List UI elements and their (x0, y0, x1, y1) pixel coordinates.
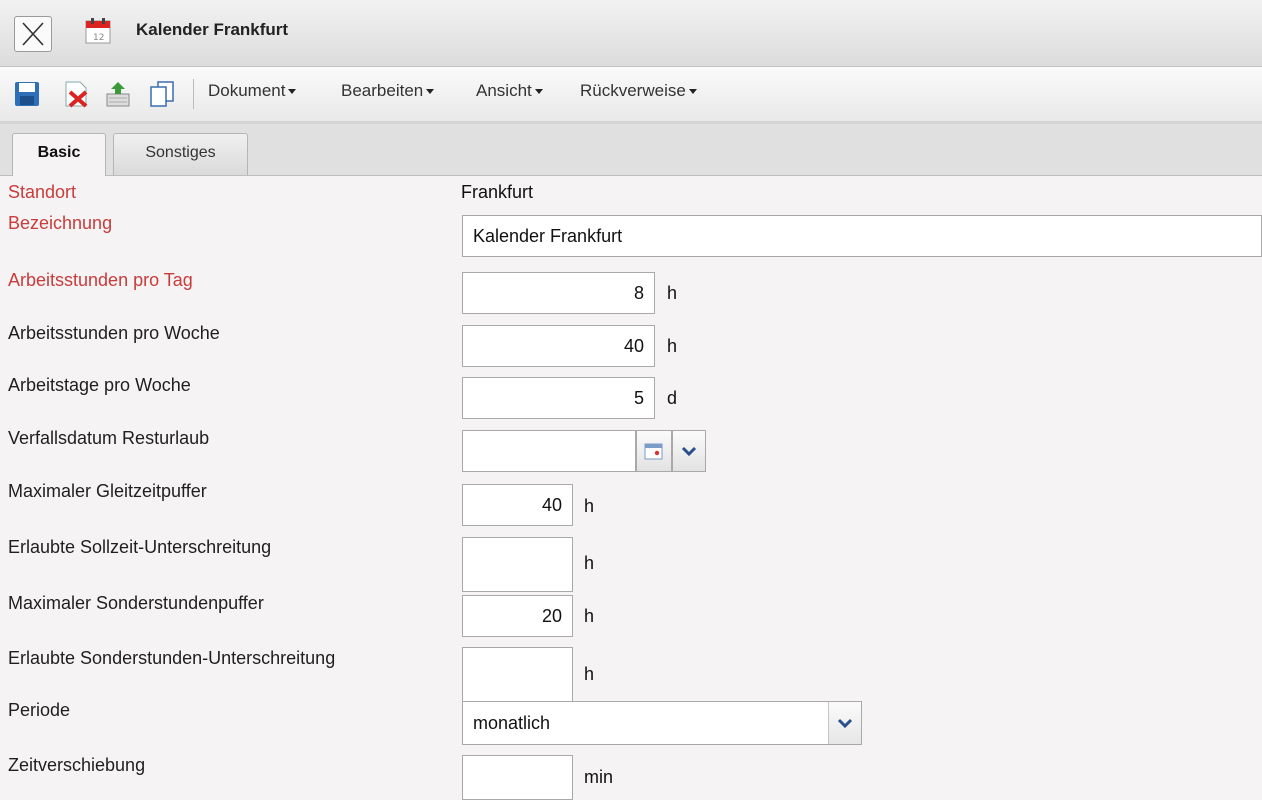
arbeitsstunden-woche-label: Arbeitsstunden pro Woche (8, 323, 220, 343)
periode-selected-value: monatlich (473, 713, 551, 733)
arbeitstage-woche-label: Arbeitstage pro Woche (8, 375, 191, 395)
tab-basic[interactable]: Basic (12, 133, 106, 176)
unit-hours: h (584, 606, 595, 626)
standort-value: Frankfurt (461, 182, 534, 202)
chevron-down-icon (288, 89, 297, 95)
sonderstundenpuffer-label: Maximaler Sonderstundenpuffer (8, 593, 264, 613)
sonderstunden-unterschreitung-label: Erlaubte Sonderstunden-Unterschreitung (8, 648, 336, 668)
sollzeit-unterschreitung-label: Erlaubte Sollzeit-Unterschreitung (8, 537, 272, 557)
calendar-icon: 12 (85, 18, 111, 44)
toolbar-separator (193, 79, 194, 109)
tab-bar: Basic Sonstiges (0, 124, 1262, 176)
window-title: Kalender Frankfurt (136, 20, 289, 39)
window-titlebar: 12 Kalender Frankfurt (0, 0, 1262, 67)
chevron-down-icon (688, 89, 697, 95)
toolbar: Dokument Bearbeiten Ansicht Rückverweise (0, 67, 1262, 124)
unit-hours: h (667, 336, 678, 356)
menu-ansicht[interactable]: Ansicht (476, 81, 543, 101)
menu-bearbeiten[interactable]: Bearbeiten (341, 81, 435, 101)
gleitzeitpuffer-input[interactable]: 40 (462, 484, 573, 526)
verfallsdatum-label: Verfallsdatum Resturlaub (8, 428, 210, 448)
zeitverschiebung-label: Zeitverschiebung (8, 755, 146, 775)
unit-days: d (667, 388, 678, 408)
zeitverschiebung-input[interactable] (462, 755, 573, 800)
unit-minutes: min (584, 767, 614, 787)
copy-icon[interactable] (148, 80, 176, 108)
bezeichnung-label: Bezeichnung (8, 213, 113, 233)
periode-select[interactable]: monatlich (462, 701, 862, 745)
unit-hours: h (667, 283, 678, 303)
menu-rueckverweise[interactable]: Rückverweise (580, 81, 697, 101)
sollzeit-unterschreitung-input[interactable] (462, 537, 573, 592)
arbeitsstunden-tag-input[interactable]: 8 (462, 272, 655, 314)
close-button[interactable] (14, 16, 52, 52)
chevron-down-icon (837, 718, 853, 729)
chevron-down-icon (534, 89, 543, 95)
unit-hours: h (584, 496, 595, 516)
verfallsdatum-input[interactable] (462, 430, 636, 472)
menu-dokument[interactable]: Dokument (208, 81, 297, 101)
sonderstundenpuffer-input[interactable]: 20 (462, 595, 573, 637)
save-icon[interactable] (13, 80, 41, 108)
arbeitsstunden-woche-input[interactable]: 40 (462, 325, 655, 367)
arbeitstage-woche-input[interactable]: 5 (462, 377, 655, 419)
sonderstunden-unterschreitung-input[interactable] (462, 647, 573, 702)
standort-label: Standort (8, 182, 77, 202)
chevron-down-icon (426, 89, 435, 95)
tab-sonstiges[interactable]: Sonstiges (113, 133, 248, 175)
gleitzeitpuffer-label: Maximaler Gleitzeitpuffer (8, 481, 207, 501)
unit-hours: h (584, 553, 595, 573)
delete-icon[interactable] (62, 80, 90, 108)
unit-hours: h (584, 664, 595, 684)
date-picker-button[interactable] (636, 430, 672, 472)
periode-label: Periode (8, 700, 71, 720)
export-icon[interactable] (104, 80, 132, 108)
date-dropdown-button[interactable] (672, 430, 706, 472)
svg-text:12: 12 (93, 33, 104, 43)
bezeichnung-input[interactable]: Kalender Frankfurt (462, 215, 1262, 257)
close-icon (22, 22, 44, 46)
calendar-icon (644, 443, 663, 460)
chevron-down-icon (681, 446, 697, 457)
periode-dropdown-button[interactable] (828, 702, 861, 744)
arbeitsstunden-tag-label: Arbeitsstunden pro Tag (8, 270, 193, 290)
